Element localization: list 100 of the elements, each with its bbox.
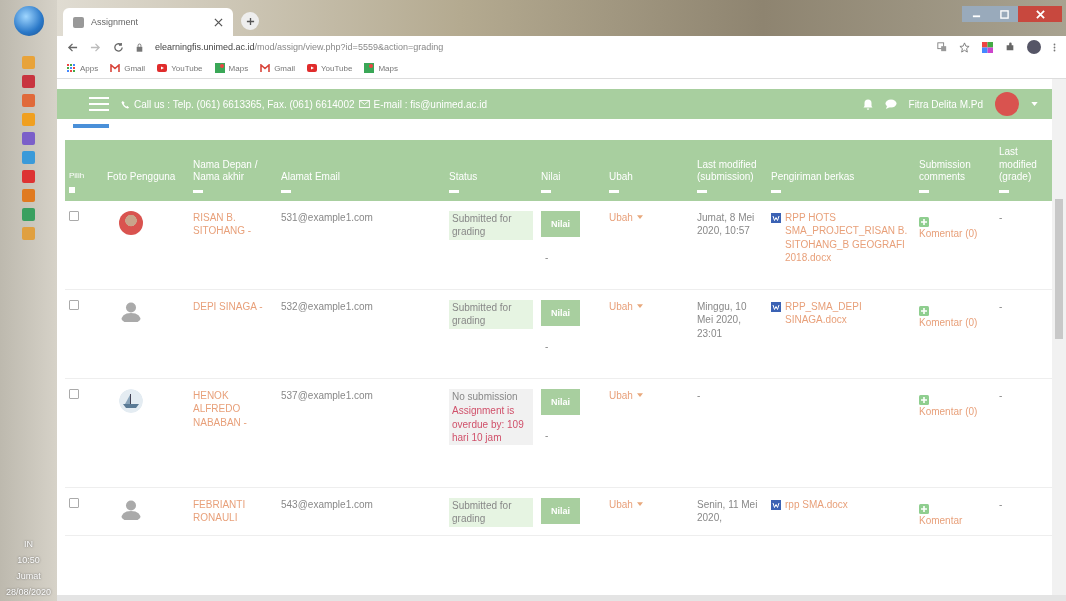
column-header[interactable]: Pilih bbox=[69, 170, 99, 181]
bookmark-link[interactable]: Apps bbox=[67, 63, 99, 73]
app-icon[interactable] bbox=[22, 94, 35, 107]
file-link[interactable]: RPP HOTS SMA_PROJECT_RISAN B. SITOHANG_B GEOGRAFI 2018.docx bbox=[785, 210, 911, 265]
app-icon[interactable] bbox=[22, 189, 35, 202]
user-name[interactable]: Fitra Delita M.Pd bbox=[908, 98, 983, 110]
bookmark-link[interactable]: Gmail bbox=[260, 63, 295, 73]
bell-icon[interactable] bbox=[862, 98, 873, 110]
collapse-column-icon[interactable] bbox=[919, 189, 929, 193]
close-button[interactable] bbox=[1018, 6, 1062, 22]
bookmark-link[interactable]: Gmail bbox=[110, 63, 146, 73]
column-header[interactable]: Nilai bbox=[541, 171, 601, 184]
star-icon[interactable] bbox=[959, 41, 970, 53]
row-checkbox[interactable] bbox=[69, 497, 79, 508]
translate-icon[interactable] bbox=[937, 42, 947, 52]
caret-icon[interactable] bbox=[1031, 102, 1038, 106]
grade-button[interactable]: Nilai bbox=[541, 299, 580, 326]
collapse-column-icon[interactable] bbox=[193, 189, 203, 193]
email-text: 531@example1.com bbox=[281, 211, 373, 223]
app-icon[interactable] bbox=[22, 132, 35, 145]
student-name-link[interactable]: RISAN B. SITOHANG - bbox=[193, 210, 273, 238]
browser-tab[interactable]: Assignment bbox=[63, 8, 233, 36]
collapse-column-icon[interactable] bbox=[609, 189, 619, 193]
modified-date: Minggu, 10 Mei 2020, 23:01 bbox=[697, 300, 747, 339]
maximize-icon bbox=[999, 9, 1009, 19]
puzzle-icon[interactable] bbox=[1005, 42, 1015, 52]
comment-link[interactable]: Komentar bbox=[919, 514, 963, 526]
app-icon[interactable] bbox=[22, 170, 35, 183]
comment-link[interactable]: Komentar (0) bbox=[919, 227, 978, 239]
extension-icon[interactable] bbox=[982, 41, 993, 53]
email-text: 532@example1.com bbox=[281, 300, 373, 312]
language-indicator[interactable]: IN bbox=[24, 539, 33, 549]
grade-modified-text: - bbox=[999, 300, 1003, 312]
app-icon[interactable] bbox=[22, 113, 35, 126]
comment-link[interactable]: Komentar (0) bbox=[919, 316, 978, 328]
app-icon[interactable] bbox=[22, 56, 35, 69]
file-link[interactable]: rpp SMA.docx bbox=[785, 497, 848, 511]
mail-icon bbox=[110, 64, 121, 72]
collapse-column-icon[interactable] bbox=[281, 189, 291, 193]
grade-modified-text: - bbox=[999, 498, 1003, 510]
row-checkbox[interactable] bbox=[69, 299, 79, 310]
user-avatar[interactable] bbox=[995, 92, 1019, 116]
phone-icon bbox=[121, 99, 130, 109]
select-all-checkbox[interactable] bbox=[69, 186, 75, 193]
url-field[interactable]: elearningfis.unimed.ac.id/mod/assign/view.php?id=5559&action=grading bbox=[155, 42, 444, 52]
maximize-button[interactable] bbox=[990, 6, 1018, 22]
column-header[interactable]: Foto Pengguna bbox=[107, 171, 185, 184]
chat-icon[interactable] bbox=[884, 99, 897, 109]
row-checkbox[interactable] bbox=[69, 388, 79, 399]
edit-dropdown[interactable]: Ubah bbox=[609, 388, 643, 402]
grade-button[interactable]: Nilai bbox=[541, 497, 580, 524]
map-icon bbox=[214, 63, 225, 73]
horizontal-scrollbar[interactable] bbox=[57, 595, 1066, 601]
file-link[interactable]: RPP_SMA_DEPI SINAGA.docx bbox=[785, 299, 911, 327]
collapse-column-icon[interactable] bbox=[999, 189, 1009, 193]
app-icon[interactable] bbox=[22, 208, 35, 221]
edit-dropdown[interactable]: Ubah bbox=[609, 299, 643, 313]
back-icon[interactable] bbox=[67, 41, 78, 53]
add-comment-icon[interactable] bbox=[919, 394, 929, 405]
close-icon bbox=[1035, 9, 1045, 19]
bookmark-link[interactable]: YouTube bbox=[157, 63, 203, 73]
app-icon[interactable] bbox=[22, 227, 35, 240]
forward-icon[interactable] bbox=[90, 41, 101, 53]
profile-avatar[interactable] bbox=[1027, 40, 1041, 54]
bookmark-link[interactable]: YouTube bbox=[307, 63, 353, 73]
caret-icon bbox=[636, 215, 643, 220]
map-icon bbox=[364, 63, 375, 73]
student-name-link[interactable]: FEBRIANTI RONAULI bbox=[193, 497, 273, 525]
add-comment-icon[interactable] bbox=[919, 216, 929, 227]
collapse-column-icon[interactable] bbox=[697, 189, 707, 193]
edit-dropdown[interactable]: Ubah bbox=[609, 210, 643, 224]
column-header[interactable]: Ubah bbox=[609, 171, 689, 184]
vertical-scrollbar[interactable] bbox=[1052, 79, 1066, 595]
new-tab-button[interactable] bbox=[241, 12, 259, 30]
comment-link[interactable]: Komentar (0) bbox=[919, 405, 978, 417]
student-name-link[interactable]: DEPI SINAGA - bbox=[193, 299, 273, 313]
word-file-icon bbox=[771, 301, 781, 312]
column-header[interactable]: Status bbox=[449, 171, 533, 184]
clock-date: 28/08/2020 bbox=[5, 587, 51, 597]
close-icon[interactable] bbox=[214, 17, 223, 27]
caret-icon bbox=[636, 393, 643, 398]
submission-status: Submitted for grading bbox=[449, 210, 533, 240]
collapse-column-icon[interactable] bbox=[541, 189, 551, 193]
collapse-column-icon[interactable] bbox=[771, 189, 781, 193]
reload-icon[interactable] bbox=[113, 41, 124, 53]
add-comment-icon[interactable] bbox=[919, 503, 929, 514]
bookmark-link[interactable]: Maps bbox=[214, 63, 249, 73]
grade-button[interactable]: Nilai bbox=[541, 210, 580, 237]
bookmark-link[interactable]: Maps bbox=[364, 63, 398, 73]
start-button[interactable] bbox=[13, 6, 44, 36]
edit-dropdown[interactable]: Ubah bbox=[609, 497, 643, 511]
minimize-button[interactable] bbox=[962, 6, 990, 22]
app-icon[interactable] bbox=[22, 75, 35, 88]
app-icon[interactable] bbox=[22, 151, 35, 164]
student-name-link[interactable]: HENOK ALFREDO NABABAN - bbox=[193, 388, 273, 429]
collapse-column-icon[interactable] bbox=[449, 189, 459, 193]
menu-icon[interactable] bbox=[1053, 41, 1056, 53]
add-comment-icon[interactable] bbox=[919, 305, 929, 316]
grade-button[interactable]: Nilai bbox=[541, 388, 580, 415]
row-checkbox[interactable] bbox=[69, 210, 79, 221]
